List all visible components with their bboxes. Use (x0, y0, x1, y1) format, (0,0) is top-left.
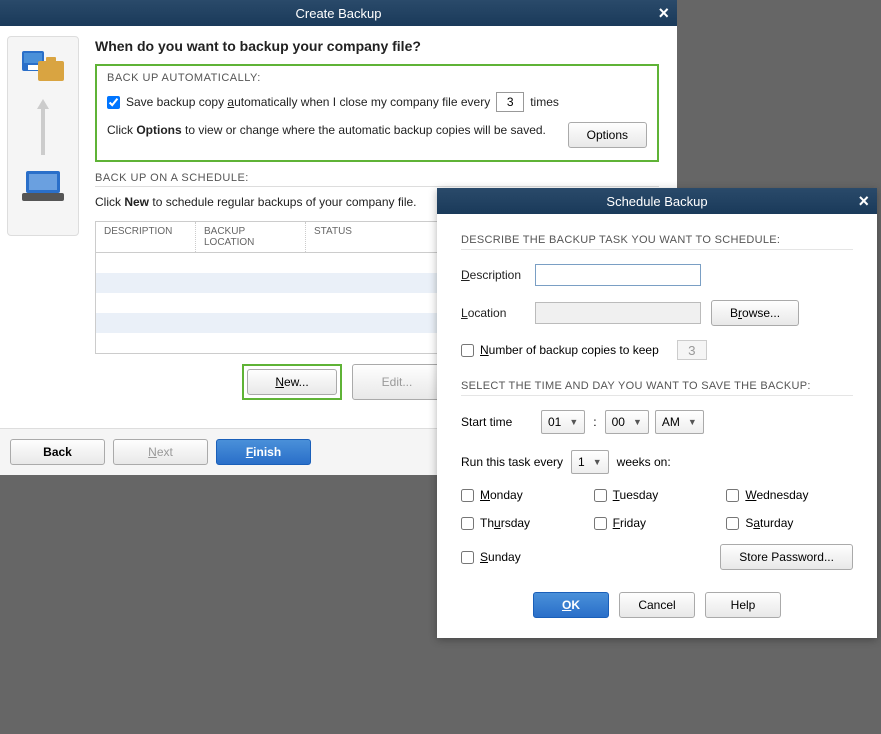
schedule-backup-title: Schedule Backup (606, 194, 707, 209)
day-friday[interactable]: Friday (594, 516, 721, 530)
minute-dropdown[interactable]: 00▼ (605, 410, 649, 434)
schedule-section-title: BACK UP ON A SCHEDULE: (95, 172, 659, 187)
run-every-suffix: weeks on: (617, 455, 671, 469)
weeks-dropdown[interactable]: 1▼ (571, 450, 609, 474)
ampm-dropdown[interactable]: AM▼ (655, 410, 704, 434)
edit-button: Edit... (352, 364, 442, 400)
day-wednesday[interactable]: Wednesday (726, 488, 853, 502)
new-button-highlight: New... (242, 364, 342, 400)
close-icon[interactable]: × (658, 3, 669, 24)
next-button: Next (113, 439, 208, 465)
ok-button[interactable]: OK (533, 592, 609, 618)
schedule-backup-titlebar[interactable]: Schedule Backup × (437, 188, 877, 214)
saturday-checkbox[interactable] (726, 517, 739, 530)
tuesday-checkbox[interactable] (594, 489, 607, 502)
schedule-backup-window: Schedule Backup × DESCRIBE THE BACKUP TA… (437, 188, 877, 638)
times-suffix: times (530, 95, 559, 109)
day-saturday[interactable]: Saturday (726, 516, 853, 530)
disk-briefcase-icon (18, 47, 68, 87)
create-backup-title: Create Backup (296, 6, 382, 21)
keep-copies-label: Number of backup copies to keep (480, 343, 659, 357)
auto-save-checkbox[interactable] (107, 96, 120, 109)
description-label: Description (461, 268, 535, 282)
day-monday[interactable]: Monday (461, 488, 588, 502)
help-button[interactable]: Help (705, 592, 781, 618)
options-button[interactable]: Options (568, 122, 647, 148)
col-location: BACKUP LOCATION (196, 222, 306, 252)
page-heading: When do you want to backup your company … (95, 38, 659, 54)
back-button[interactable]: Back (10, 439, 105, 465)
auto-save-label: Save backup copy automatically when I cl… (126, 95, 490, 109)
sunday-checkbox[interactable] (461, 551, 474, 564)
wizard-sidebar (0, 26, 85, 418)
arrow-up-icon (35, 97, 51, 157)
browse-button[interactable]: Browse... (711, 300, 799, 326)
create-backup-titlebar[interactable]: Create Backup × (0, 0, 677, 26)
start-time-label: Start time (461, 415, 535, 429)
cancel-button[interactable]: Cancel (619, 592, 695, 618)
day-tuesday[interactable]: Tuesday (594, 488, 721, 502)
keep-copies-checkbox[interactable] (461, 344, 474, 357)
wednesday-checkbox[interactable] (726, 489, 739, 502)
hour-dropdown[interactable]: 01▼ (541, 410, 585, 434)
col-description: DESCRIPTION (96, 222, 196, 252)
description-input[interactable] (535, 264, 701, 286)
keep-copies-input (677, 340, 707, 360)
day-sunday[interactable]: Sunday (461, 544, 588, 570)
location-label: Location (461, 306, 535, 320)
laptop-icon (18, 167, 68, 207)
run-every-label: Run this task every (461, 455, 563, 469)
chevron-down-icon: ▼ (633, 417, 642, 427)
times-input[interactable] (496, 92, 524, 112)
describe-section-title: DESCRIBE THE BACKUP TASK YOU WANT TO SCH… (461, 234, 853, 250)
store-password-button[interactable]: Store Password... (720, 544, 853, 570)
day-thursday[interactable]: Thursday (461, 516, 588, 530)
close-icon[interactable]: × (858, 191, 869, 212)
location-input (535, 302, 701, 324)
thursday-checkbox[interactable] (461, 517, 474, 530)
chevron-down-icon: ▼ (569, 417, 578, 427)
friday-checkbox[interactable] (594, 517, 607, 530)
backup-automatically-group: BACK UP AUTOMATICALLY: Save backup copy … (95, 64, 659, 162)
chevron-down-icon: ▼ (688, 417, 697, 427)
options-help-text: Click Options to view or change where th… (107, 122, 548, 139)
chevron-down-icon: ▼ (593, 457, 602, 467)
new-button[interactable]: New... (247, 369, 337, 395)
auto-group-title: BACK UP AUTOMATICALLY: (107, 72, 647, 84)
time-section-title: SELECT THE TIME AND DAY YOU WANT TO SAVE… (461, 380, 853, 396)
finish-button[interactable]: Finish (216, 439, 311, 465)
monday-checkbox[interactable] (461, 489, 474, 502)
